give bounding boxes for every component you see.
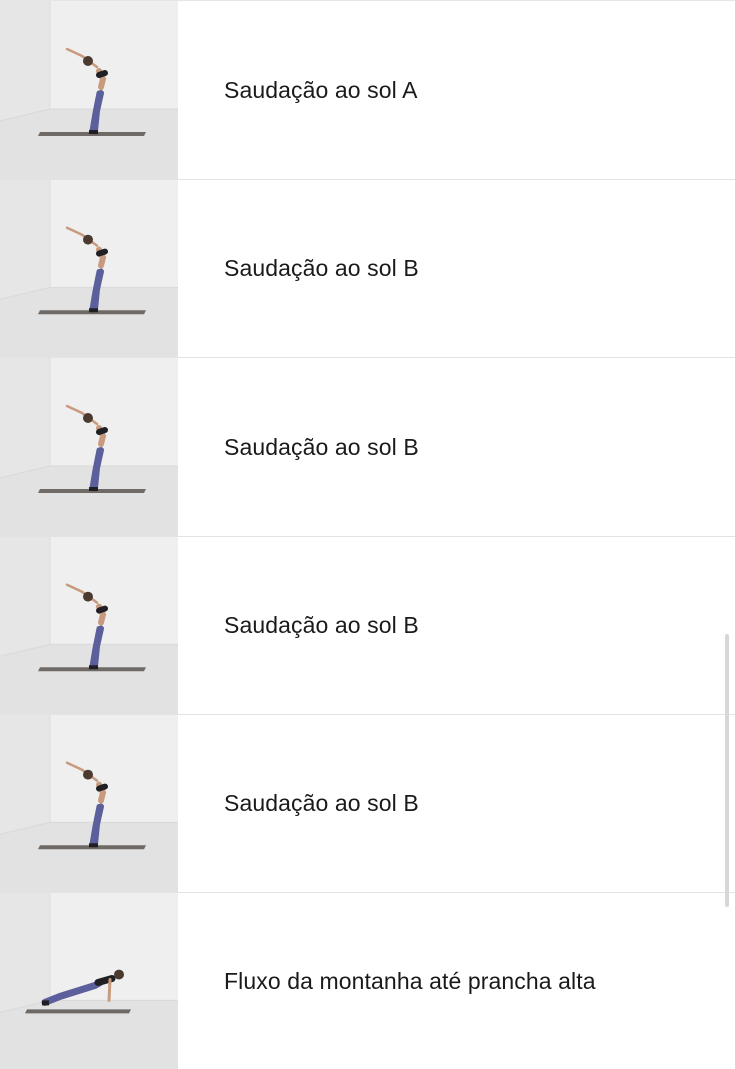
exercise-title: Saudação ao sol A — [224, 76, 418, 103]
exercise-title: Fluxo da montanha até prancha alta — [224, 968, 596, 994]
exercise-thumbnail — [0, 537, 178, 714]
exercise-thumbnail — [0, 1, 178, 179]
exercise-title: Saudação ao sol B — [224, 255, 419, 281]
exercise-thumbnail — [0, 893, 178, 1069]
list-item[interactable]: Saudação ao sol B — [0, 180, 735, 358]
scrollbar[interactable] — [725, 634, 729, 907]
exercise-title: Saudação ao sol B — [224, 790, 419, 816]
exercise-thumbnail — [0, 715, 178, 892]
list-item[interactable]: Saudação ao sol A — [0, 1, 735, 180]
exercise-thumbnail — [0, 180, 178, 357]
list-item[interactable]: Saudação ao sol B — [0, 715, 735, 893]
exercise-title: Saudação ao sol B — [224, 433, 419, 460]
exercise-thumbnail — [0, 358, 178, 536]
workout-list: Saudação ao sol A Saudação ao sol B Saud… — [0, 0, 735, 1069]
list-item[interactable]: Saudação ao sol B — [0, 358, 735, 537]
exercise-title: Saudação ao sol B — [224, 612, 419, 638]
list-item[interactable]: Fluxo da montanha até prancha alta — [0, 893, 735, 1069]
list-item[interactable]: Saudação ao sol B — [0, 537, 735, 715]
